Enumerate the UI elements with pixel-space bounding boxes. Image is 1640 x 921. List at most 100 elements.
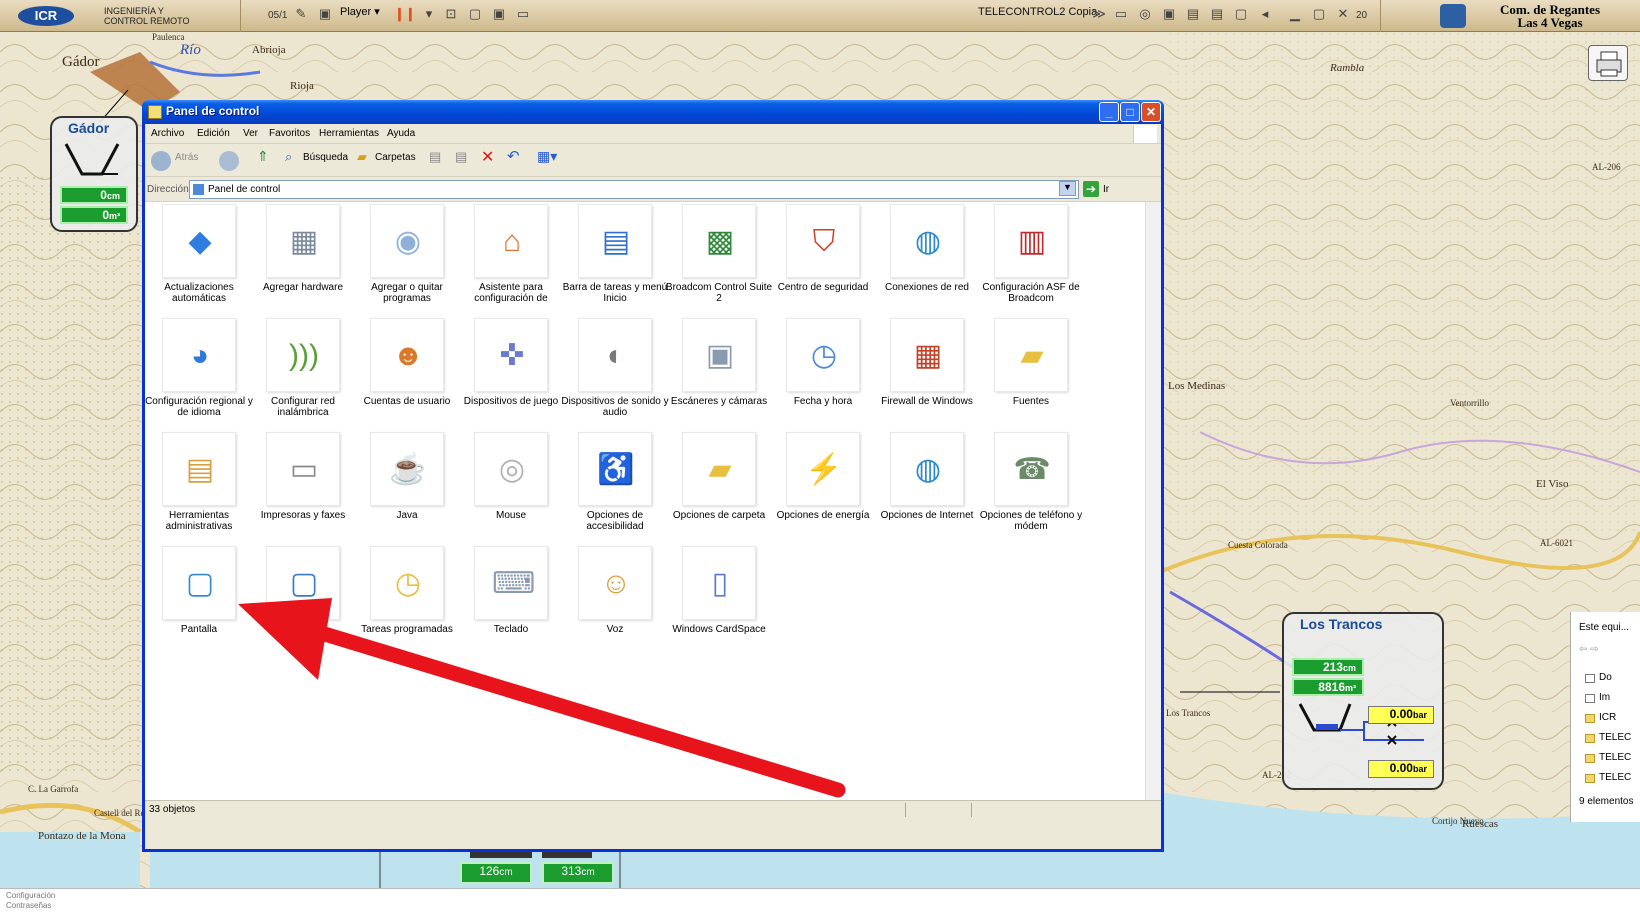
control-panel-item[interactable]: ▢ <box>251 546 355 658</box>
side-item[interactable]: Im <box>1599 692 1610 703</box>
refresh-icon[interactable]: ◎ <box>1136 5 1154 23</box>
back-button[interactable]: Atrás <box>175 152 198 163</box>
go-arrow-icon[interactable]: ➔ <box>1083 181 1099 197</box>
side-item[interactable]: Do <box>1599 672 1612 683</box>
multi-monitor-icon[interactable]: ▭ <box>514 5 532 23</box>
control-panel-item[interactable]: ◕ Configuración regional y de idioma <box>145 318 253 430</box>
minimize-button[interactable]: _ <box>1099 102 1119 122</box>
up-folder-icon[interactable]: ⇑ <box>257 148 269 165</box>
fit-window-icon[interactable]: ⊡ <box>442 5 460 23</box>
control-panel-item[interactable]: ⌂ Asistente para configuración de <box>459 204 563 316</box>
menu-ver[interactable]: Ver <box>243 128 258 139</box>
scrollbar[interactable] <box>1145 202 1161 800</box>
menu-edicion[interactable]: Edición <box>197 128 230 139</box>
control-panel-item[interactable]: ◷ Tareas programadas <box>355 546 459 658</box>
forward-icon[interactable]: ≫ <box>1090 5 1108 23</box>
control-panel-item[interactable]: ▰ Opciones de carpeta <box>667 432 771 544</box>
control-panel-item[interactable]: ◷ Fecha y hora <box>771 318 875 430</box>
station-gador-panel[interactable]: Gádor 0cm 0m³ <box>50 116 138 232</box>
control-panel-item[interactable]: ▦ Firewall de Windows <box>875 318 979 430</box>
organization-logo-icon <box>1440 4 1466 28</box>
control-panel-item[interactable]: ▥ Configuración ASF de Broadcom <box>979 204 1083 316</box>
chevron-down-icon[interactable]: ▼ <box>1059 181 1076 196</box>
sound-icon[interactable]: ◂ <box>1256 5 1274 23</box>
item-label: Opciones de accesibilidad <box>586 510 644 532</box>
control-panel-item[interactable]: ▩ Broadcom Control Suite 2 <box>666 204 772 316</box>
fullscreen-icon[interactable]: ▢ <box>466 5 484 23</box>
control-panel-item[interactable]: ))) Configurar red inalámbrica <box>251 318 355 430</box>
control-panel-item[interactable]: ◐ Dispositivos de sonido y audio <box>561 318 669 430</box>
address-field[interactable]: Panel de control <box>189 180 1079 199</box>
close-remote-icon[interactable]: ✕ <box>1334 5 1352 23</box>
window-title-bar[interactable]: Panel de control _ □ ✕ <box>142 100 1164 124</box>
maximize-button[interactable]: □ <box>1120 102 1140 122</box>
drive-icon[interactable]: ▭ <box>1112 5 1130 23</box>
control-panel-item[interactable]: ◉ Agregar o quitar programas <box>355 204 459 316</box>
computer-label[interactable]: Este equi... <box>1579 622 1629 633</box>
forward-arrow-icon[interactable] <box>219 151 239 171</box>
item-icon-frame: ✜ <box>474 318 548 392</box>
control-panel-item[interactable]: ☕ Java <box>355 432 459 544</box>
folders-button[interactable]: Carpetas <box>375 152 416 163</box>
side-item[interactable]: TELEC <box>1599 732 1631 743</box>
pause-icon[interactable]: ❙❙ <box>394 5 416 23</box>
control-panel-item[interactable]: ☻ Cuentas de usuario <box>355 318 459 430</box>
control-panel-item[interactable]: ▦ Agregar hardware <box>251 204 355 316</box>
views-icon[interactable]: ▦▾ <box>537 148 557 165</box>
print-button[interactable] <box>1588 45 1628 81</box>
maximize-remote-icon[interactable]: ▢ <box>1310 5 1328 23</box>
minimize-remote-icon[interactable]: ▁ <box>1286 5 1304 23</box>
side-item[interactable]: TELEC <box>1599 772 1631 783</box>
control-panel-item[interactable]: ▤ Barra de tareas y menú Inicio <box>563 204 667 316</box>
settings-icon[interactable]: ▢ <box>1232 5 1250 23</box>
menu-herramientas[interactable]: Herramientas <box>319 128 379 139</box>
control-panel-item[interactable]: ◍ Conexiones de red <box>875 204 979 316</box>
pin-icon[interactable]: ✎ <box>292 5 310 23</box>
control-panel-item[interactable]: ▢ Pantalla <box>147 546 251 658</box>
level-value: 0 <box>100 188 107 202</box>
move-to-icon[interactable]: ▤ <box>429 149 441 165</box>
settings-links[interactable]: Configuración Contraseñas <box>6 891 55 911</box>
control-panel-item[interactable]: ▣ Escáneres y cámaras <box>667 318 771 430</box>
control-panel-item[interactable]: ⌨ Teclado <box>459 546 563 658</box>
control-panel-item[interactable]: ☺ Voz <box>563 546 667 658</box>
snap-icon[interactable]: ▣ <box>490 5 508 23</box>
dropdown-icon[interactable]: ▾ <box>420 5 438 23</box>
control-panel-item[interactable]: ◆ Actualizaciones automáticas <box>147 204 251 316</box>
side-item[interactable]: ICR <box>1599 712 1616 723</box>
player-icon[interactable]: ▣ <box>316 5 334 23</box>
go-button[interactable]: Ir <box>1103 184 1109 195</box>
search-button[interactable]: Búsqueda <box>303 152 348 163</box>
side-item[interactable]: TELEC <box>1599 752 1631 763</box>
control-panel-item[interactable]: ▤ Herramientas administrativas <box>147 432 251 544</box>
menu-archivo[interactable]: Archivo <box>151 128 184 139</box>
player-menu[interactable]: Player ▾ <box>340 5 380 18</box>
control-panel-item[interactable]: ⛉ Centro de seguridad <box>771 204 875 316</box>
menu-favoritos[interactable]: Favoritos <box>269 128 310 139</box>
station-trancos-panel[interactable]: Los Trancos 213cm 8816m³ 0.00bar 0.00bar <box>1282 612 1444 790</box>
undo-icon[interactable]: ↶ <box>507 147 520 165</box>
control-panel-item[interactable]: ✜ Dispositivos de juego <box>459 318 563 430</box>
control-panel-item[interactable]: ▭ Impresoras y faxes <box>251 432 355 544</box>
menu-ayuda[interactable]: Ayuda <box>387 128 415 139</box>
print-remote-icon[interactable]: ▤ <box>1208 5 1226 23</box>
phone-icon: ☎ <box>1013 453 1051 486</box>
clipboard-icon[interactable]: ▤ <box>1184 5 1202 23</box>
item-icon-frame: ⚡ <box>786 432 860 506</box>
delete-icon[interactable]: ✕ <box>481 147 494 167</box>
item-icon-frame: ▦ <box>266 204 340 278</box>
control-panel-item[interactable]: ◎ Mouse <box>459 432 563 544</box>
transfer-icon[interactable]: ▣ <box>1160 5 1178 23</box>
nav-arrows-icon[interactable]: ⇦ ⇨ <box>1579 644 1599 655</box>
control-panel-item[interactable]: ▯ Windows CardSpace <box>667 546 771 658</box>
control-panel-item[interactable]: ♿ Opciones de accesibilidad <box>563 432 667 544</box>
close-button[interactable]: ✕ <box>1141 102 1161 122</box>
control-panel-item[interactable]: ▰ Fuentes <box>979 318 1083 430</box>
control-panel-item[interactable]: ◍ Opciones de Internet <box>875 432 979 544</box>
control-panel-item[interactable]: ☎ Opciones de teléfono y módem <box>979 432 1083 544</box>
control-panel-item[interactable]: ⚡ Opciones de energía <box>771 432 875 544</box>
users-icon: ☻ <box>392 339 424 372</box>
fonts-folder-icon: ▰ <box>1020 339 1044 372</box>
copy-to-icon[interactable]: ▤ <box>455 149 467 165</box>
back-arrow-icon[interactable] <box>151 151 171 171</box>
